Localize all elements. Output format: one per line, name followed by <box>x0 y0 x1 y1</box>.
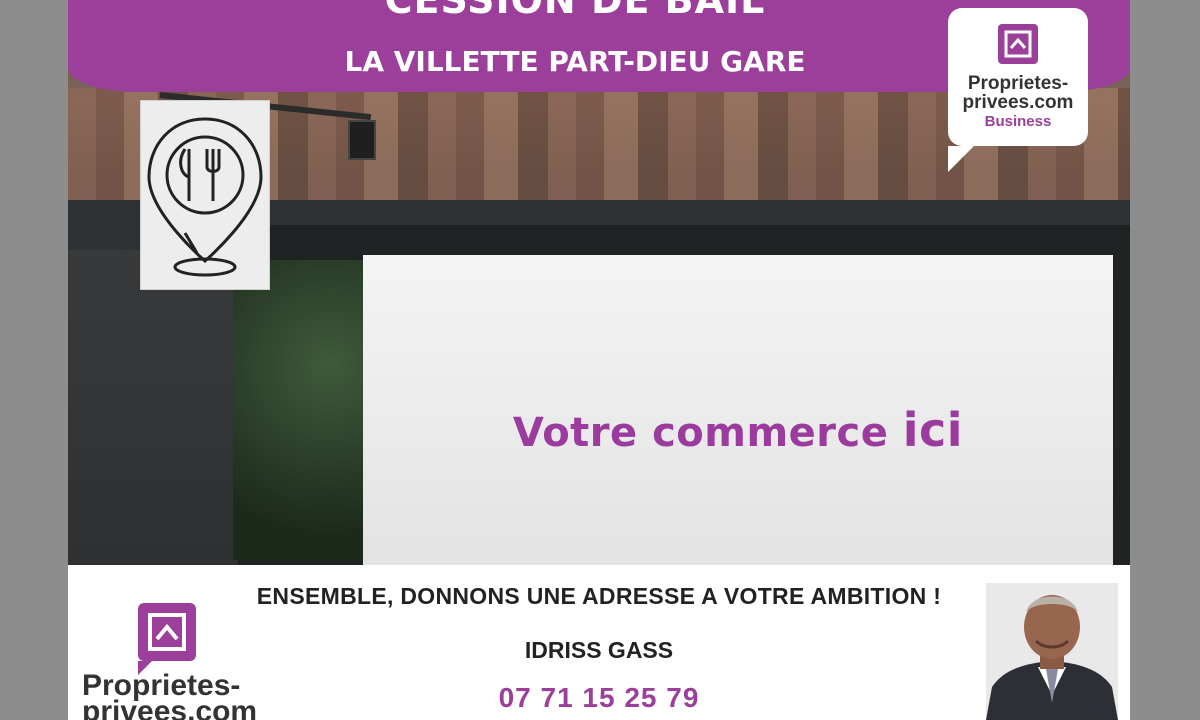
agent-photo <box>986 583 1118 720</box>
storefront-text: Votre commerce ici <box>363 403 1113 457</box>
banner-title: CESSION DE BAIL <box>384 0 766 22</box>
footer: ENSEMBLE, DONNONS UNE ADRESSE A VOTRE AM… <box>68 565 1130 720</box>
restaurant-sign <box>140 100 270 290</box>
footer-logo-line2: privees.com <box>82 695 258 720</box>
banner-subtitle: LA VILLETTE PART-DIEU GARE <box>344 45 806 78</box>
brand-logo-text: Proprietes- privees.com Business <box>948 74 1088 131</box>
right-margin <box>1130 0 1200 720</box>
listing-ad: Votre commerce ici CESSION DE BAIL LA VI… <box>0 0 1200 720</box>
storefront-text-main: Votre commerce <box>512 410 889 456</box>
agent-name: IDRISS GASS <box>524 637 674 663</box>
storefront-panel: Votre commerce ici <box>363 255 1113 565</box>
sign-wall-mount <box>348 120 376 160</box>
left-margin <box>0 0 68 720</box>
brand-logo-line2: privees.com <box>962 92 1074 113</box>
footer-logo-text: Proprietes- privees.com <box>82 671 282 720</box>
house-frame-icon <box>138 603 196 675</box>
house-frame-icon <box>998 24 1038 64</box>
storefront-text-emph: ici <box>902 403 964 457</box>
restaurant-pin-icon <box>147 117 263 277</box>
brand-logo-line1: Proprietes- <box>967 73 1069 94</box>
brand-logo: Proprietes- privees.com Business <box>948 8 1088 172</box>
brand-logo-line3: Business <box>984 113 1052 130</box>
slogan: ENSEMBLE, DONNONS UNE ADRESSE A VOTRE AM… <box>256 583 942 609</box>
